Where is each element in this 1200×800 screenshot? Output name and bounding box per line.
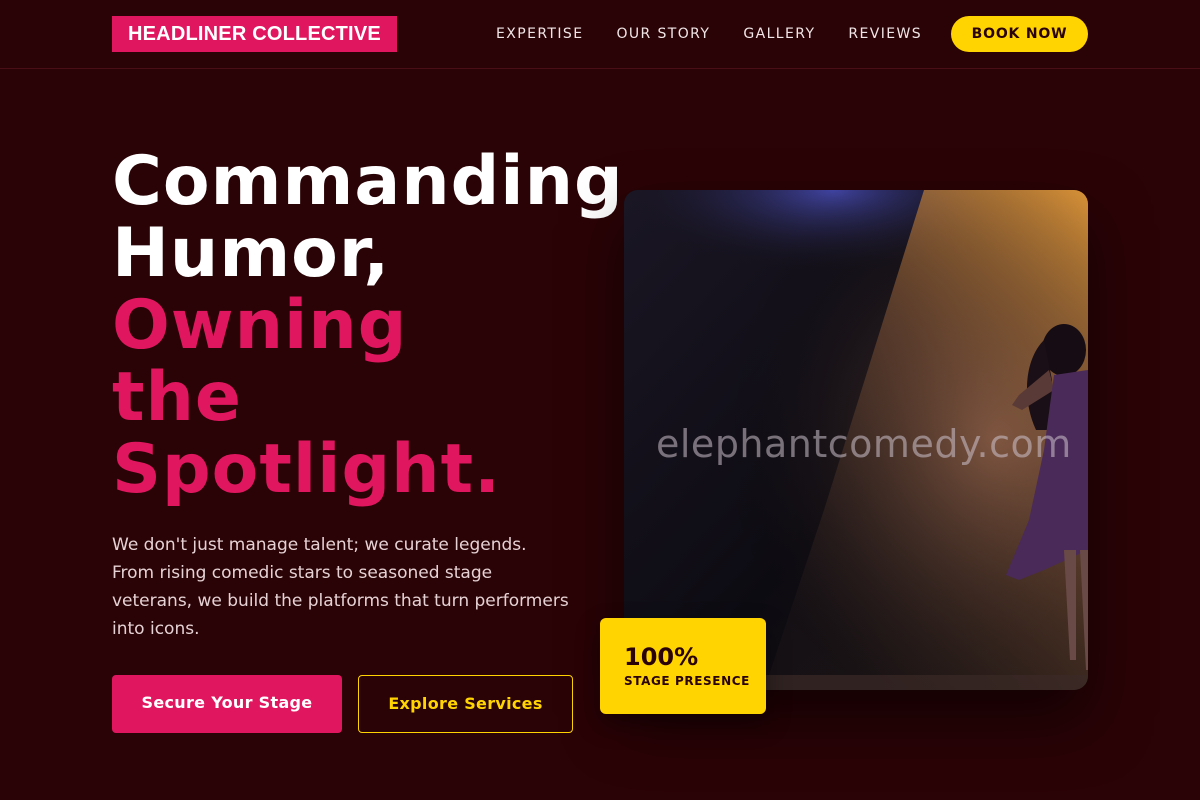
nav-link-our-story[interactable]: OUR STORY (616, 24, 710, 44)
headline-line-1: Commanding (112, 142, 624, 221)
nav-link-expertise[interactable]: EXPERTISE (496, 24, 583, 44)
hero-headline: Commanding Humor, Owning the Spotlight. (112, 146, 672, 506)
explore-services-button[interactable]: Explore Services (358, 675, 573, 733)
headline-accent-1: Owning (112, 286, 408, 365)
stat-value: 100% (624, 643, 699, 671)
stage-presence-badge: 100% STAGE PRESENCE (600, 618, 766, 714)
secure-your-stage-button[interactable]: Secure Your Stage (112, 675, 342, 733)
main-nav: EXPERTISE OUR STORY GALLERY REVIEWS (496, 24, 955, 44)
hero-stage-image: elephantcomedy.com (624, 190, 1088, 690)
brand-logo[interactable]: HEADLINER COLLECTIVE (112, 16, 397, 52)
image-watermark: elephantcomedy.com (656, 422, 1072, 466)
headline-accent-2: the (112, 358, 243, 437)
stat-label: STAGE PRESENCE (624, 674, 750, 688)
nav-link-reviews[interactable]: REVIEWS (848, 24, 922, 44)
book-now-button[interactable]: BOOK NOW (951, 16, 1088, 52)
nav-link-gallery[interactable]: GALLERY (743, 24, 815, 44)
hero-description: We don't just manage talent; we curate l… (112, 535, 569, 639)
site-header: HEADLINER COLLECTIVE EXPERTISE OUR STORY… (0, 0, 1200, 69)
headline-accent-3: Spotlight. (112, 430, 501, 509)
headline-line-2: Humor, (112, 214, 391, 293)
